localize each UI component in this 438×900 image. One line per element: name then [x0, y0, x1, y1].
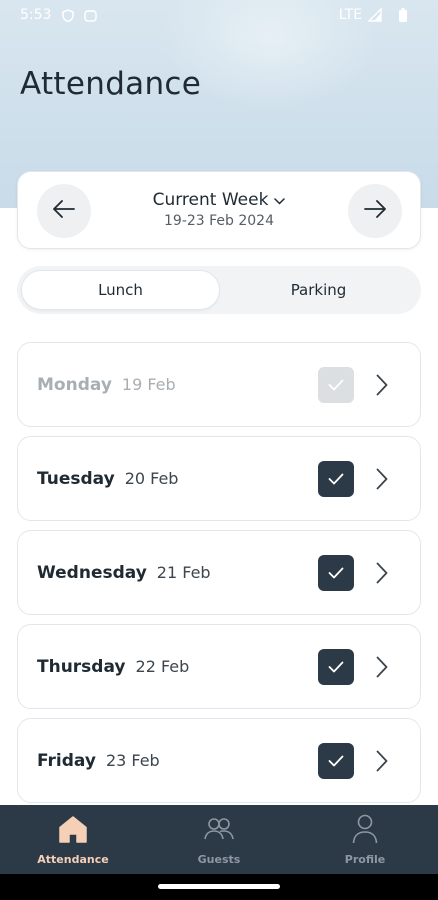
- day-row-tuesday[interactable]: Tuesday 20 Feb: [17, 436, 421, 521]
- nav-label: Attendance: [37, 853, 109, 866]
- tab-parking[interactable]: Parking: [220, 270, 417, 310]
- nav-attendance[interactable]: Attendance: [0, 805, 146, 874]
- home-icon: [57, 813, 89, 845]
- day-row-thursday[interactable]: Thursday 22 Feb: [17, 624, 421, 709]
- status-time: 5:53: [20, 7, 52, 23]
- day-date: 19 Feb: [121, 375, 176, 394]
- attendance-checkbox[interactable]: [318, 555, 354, 591]
- nav-label: Guests: [197, 853, 241, 866]
- attendance-checkbox[interactable]: [318, 649, 354, 685]
- chevron-right-icon: [376, 467, 390, 491]
- system-navigation-bar: [0, 874, 438, 900]
- attendance-checkbox[interactable]: [318, 743, 354, 779]
- day-row-monday[interactable]: Monday 19 Feb: [17, 342, 421, 427]
- chevron-right-icon: [376, 373, 390, 397]
- day-row-friday[interactable]: Friday 23 Feb: [17, 718, 421, 803]
- battery-icon: [396, 8, 410, 22]
- day-date: 23 Feb: [105, 751, 160, 770]
- week-dropdown[interactable]: Current Week: [153, 190, 286, 210]
- next-week-button[interactable]: [348, 184, 402, 238]
- day-name: Thursday: [37, 656, 126, 677]
- day-name: Friday: [37, 750, 96, 771]
- checkmark-icon: [328, 658, 344, 677]
- status-bar: 5:53 LTE: [0, 0, 438, 30]
- chevron-right-icon: [376, 749, 390, 773]
- week-label: Current Week: [152, 190, 269, 210]
- nav-guests[interactable]: Guests: [146, 805, 292, 874]
- checkmark-icon: [328, 752, 344, 771]
- day-name: Tuesday: [37, 468, 115, 489]
- checkmark-icon: [328, 564, 344, 583]
- day-list: Monday 19 Feb Tuesday 20 Feb Wednesday 2…: [17, 342, 421, 812]
- week-selector-card: Current Week 19-23 Feb 2024: [17, 171, 421, 249]
- attendance-checkbox[interactable]: [318, 461, 354, 497]
- day-name: Wednesday: [37, 562, 147, 583]
- notification-app-icon: [83, 8, 97, 22]
- arrow-right-icon: [364, 200, 386, 222]
- page-title: Attendance: [20, 66, 202, 102]
- day-name: Monday: [37, 374, 112, 395]
- day-row-wednesday[interactable]: Wednesday 21 Feb: [17, 530, 421, 615]
- guests-icon: [203, 813, 235, 845]
- checkmark-icon: [328, 470, 344, 489]
- nav-profile[interactable]: Profile: [292, 805, 438, 874]
- chevron-right-icon: [376, 561, 390, 585]
- category-segmented-control: Lunch Parking: [17, 266, 421, 314]
- shield-icon: [61, 8, 75, 22]
- attendance-checkbox[interactable]: [318, 367, 354, 403]
- chevron-right-icon: [376, 655, 390, 679]
- checkmark-icon: [328, 376, 344, 395]
- day-date: 21 Feb: [156, 563, 211, 582]
- profile-icon: [349, 813, 381, 845]
- chevron-down-icon: [274, 190, 286, 210]
- day-date: 20 Feb: [124, 469, 179, 488]
- tab-lunch[interactable]: Lunch: [21, 270, 220, 310]
- bottom-navigation: Attendance Guests Profile: [0, 805, 438, 874]
- network-type: LTE: [338, 7, 362, 23]
- day-date: 22 Feb: [135, 657, 190, 676]
- nav-label: Profile: [344, 853, 386, 866]
- home-indicator[interactable]: [158, 884, 280, 889]
- signal-icon: [368, 8, 382, 22]
